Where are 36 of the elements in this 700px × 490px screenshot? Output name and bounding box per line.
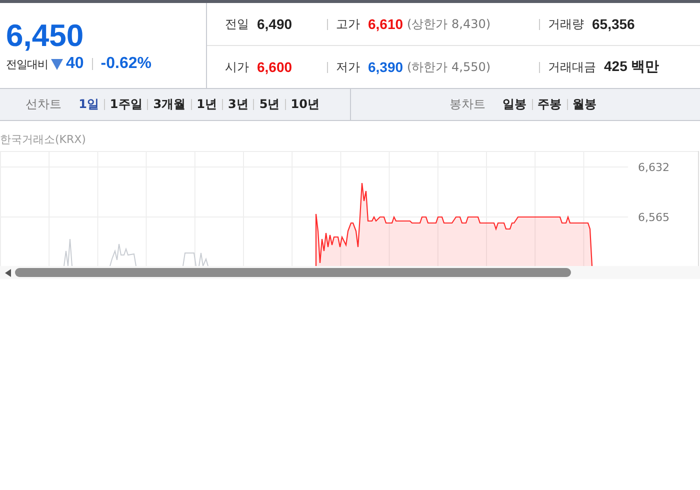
change-rate: -0.62%: [100, 55, 152, 73]
stat-value: 6,390: [368, 59, 404, 75]
stat-value: 6,600: [257, 59, 292, 75]
stat-label: 시가: [225, 58, 249, 76]
period-tab[interactable]: 3개월: [148, 96, 191, 113]
current-price: 6,450: [6, 19, 85, 53]
price-limit: (상한가 8,430): [407, 16, 491, 32]
period-tab[interactable]: 3년: [223, 96, 254, 113]
stat-label: 저가: [336, 58, 360, 76]
horizontal-scrollbar[interactable]: [0, 266, 700, 279]
data-source: 한국거래소(KRX): [0, 132, 87, 148]
stat-value: 425 백만: [604, 58, 660, 76]
stat-label: 거래대금: [548, 58, 596, 76]
stat-label: 거래량: [548, 16, 584, 32]
period-tab[interactable]: 주봉: [532, 96, 566, 113]
period-tab[interactable]: 5년: [254, 96, 285, 113]
price-limit: (하한가 4,550): [407, 58, 491, 76]
scrollbar-thumb[interactable]: [15, 268, 571, 277]
period-tab[interactable]: 1주일: [104, 96, 148, 113]
change-label: 전일대비: [6, 56, 48, 72]
stat-label: 고가: [336, 16, 360, 32]
scroll-left-icon[interactable]: [5, 268, 11, 276]
period-tab[interactable]: 1년: [192, 96, 222, 113]
tab-group-label: 봉차트: [450, 96, 486, 113]
period-tab[interactable]: 1일: [74, 96, 104, 113]
stat-value: 6,490: [257, 16, 292, 32]
change-amount: 40: [66, 55, 84, 73]
period-tab[interactable]: 일봉: [498, 96, 532, 113]
y-axis-label: 6,565: [638, 211, 670, 224]
period-tab[interactable]: 월봉: [568, 96, 602, 113]
period-tab[interactable]: 10년: [286, 96, 324, 113]
stat-value: 65,356: [592, 16, 635, 32]
stat-label: 전일: [225, 16, 249, 32]
tab-group-label: 선차트: [26, 96, 62, 113]
y-axis-label: 6,632: [638, 161, 670, 174]
stat-value: 6,610: [368, 16, 404, 32]
